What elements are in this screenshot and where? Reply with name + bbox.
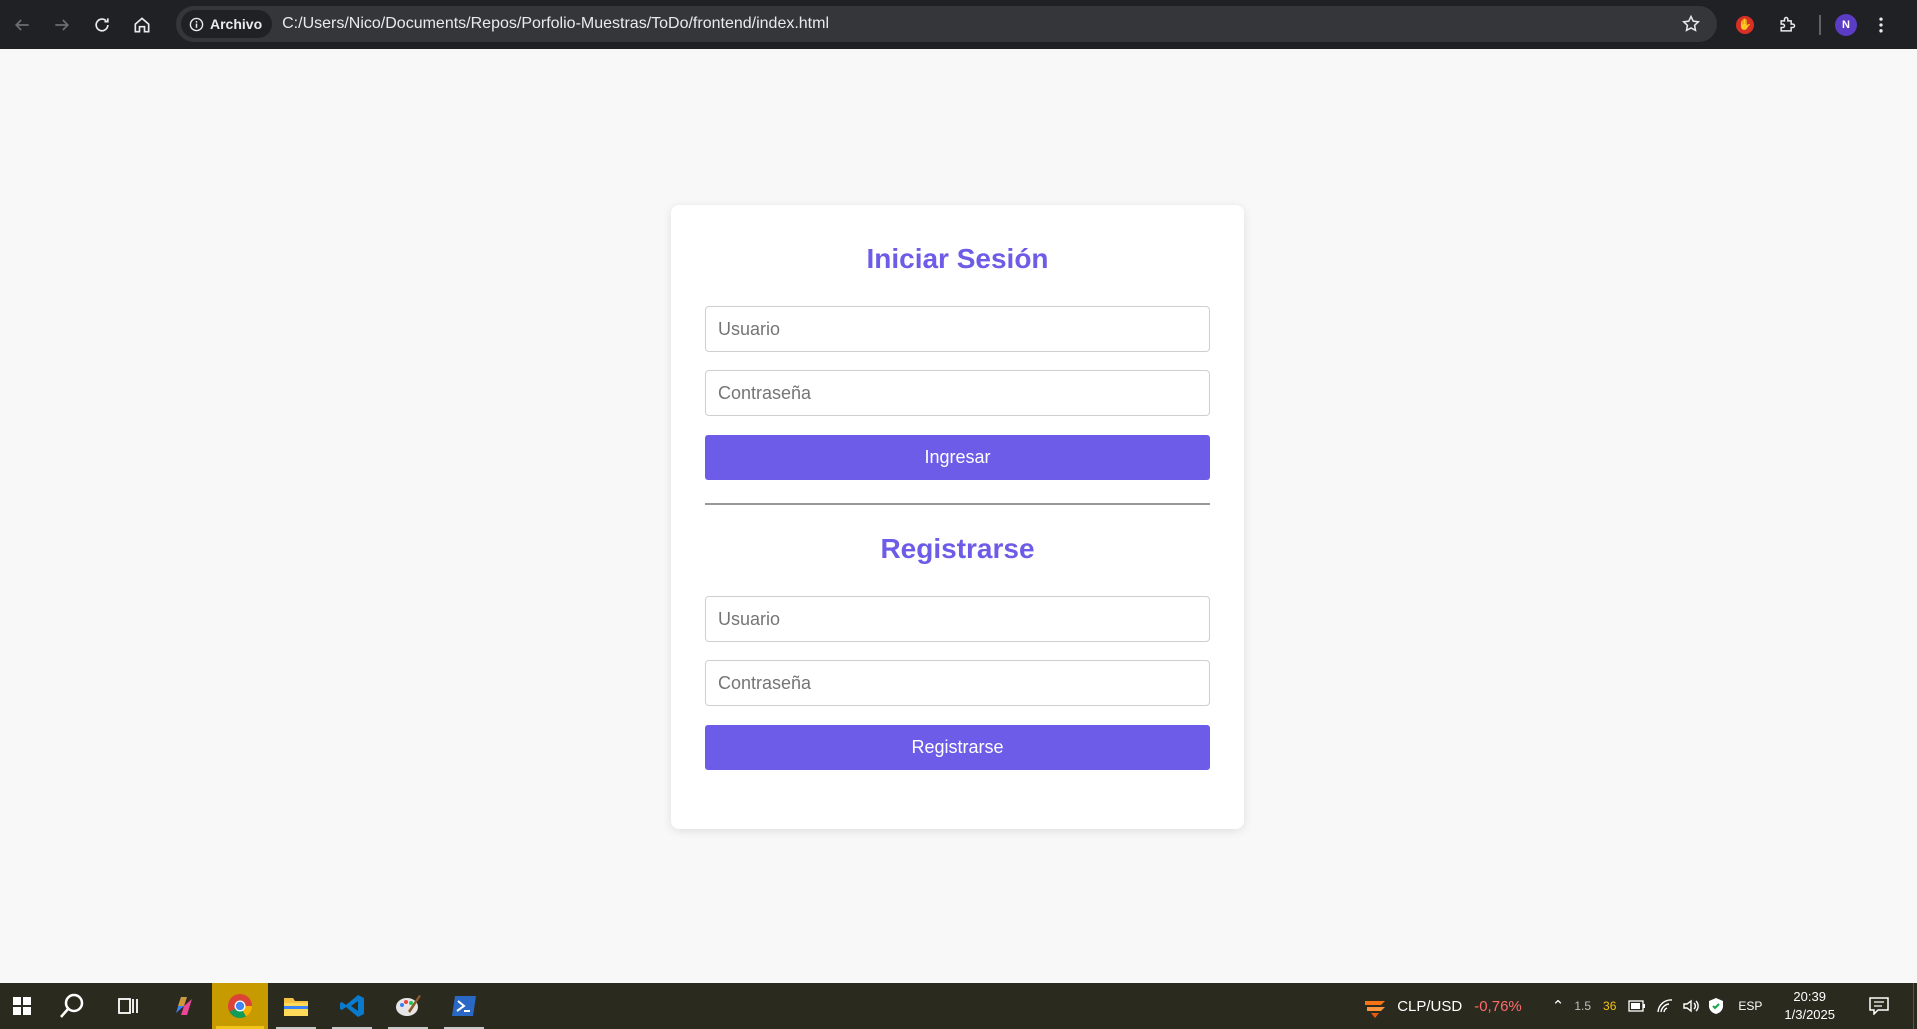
security-shield-icon[interactable] <box>1708 997 1724 1015</box>
kebab-menu-icon <box>1879 17 1883 32</box>
auth-card: Iniciar Sesión Ingresar Registrarse Regi… <box>671 205 1244 829</box>
section-divider <box>705 503 1210 505</box>
bookmark-star-icon[interactable] <box>1681 14 1701 34</box>
system-tray: CLP/USD -0,76% ⌃ 1.5 36 ESP 20:39 1/3/20… <box>1361 983 1917 1029</box>
clock[interactable]: 20:39 1/3/2025 <box>1784 988 1835 1024</box>
battery-icon[interactable] <box>1628 1000 1646 1012</box>
extensions-button[interactable] <box>1769 7 1805 43</box>
login-username-input[interactable] <box>705 306 1210 352</box>
search-icon <box>60 993 84 1018</box>
arrow-left-icon <box>14 18 29 31</box>
volume-icon[interactable] <box>1682 998 1700 1014</box>
register-button[interactable]: Registrarse <box>705 725 1210 770</box>
red-extension-icon: ✋ <box>1736 15 1754 34</box>
menu-button[interactable] <box>1863 7 1899 43</box>
clock-time: 20:39 <box>1793 989 1826 1004</box>
tray-value-1: 1.5 <box>1574 999 1592 1013</box>
chevron-up-icon[interactable]: ⌃ <box>1552 997 1565 1015</box>
login-password-input[interactable] <box>705 370 1210 416</box>
paint-button[interactable] <box>380 983 436 1029</box>
vscode-button[interactable] <box>324 983 380 1029</box>
currency-pair-label[interactable]: CLP/USD <box>1397 998 1462 1015</box>
search-button[interactable] <box>44 983 100 1029</box>
folder-icon <box>284 998 308 1016</box>
home-icon <box>134 16 150 32</box>
task-view-icon <box>118 998 138 1014</box>
address-bar[interactable]: Archivo C:/Users/Nico/Documents/Repos/Po… <box>176 6 1717 42</box>
login-button[interactable]: Ingresar <box>705 435 1210 480</box>
home-button[interactable] <box>122 5 162 45</box>
browser-toolbar: Archivo C:/Users/Nico/Documents/Repos/Po… <box>0 0 1917 49</box>
powershell-button[interactable] <box>436 983 492 1029</box>
register-title: Registrarse <box>880 533 1035 564</box>
powershell-icon <box>452 996 476 1016</box>
forward-button[interactable] <box>42 5 82 45</box>
show-desktop-button[interactable] <box>1913 983 1917 1029</box>
info-icon <box>189 17 204 31</box>
puzzle-icon <box>1780 16 1796 32</box>
tray-value-2: 36 <box>1603 999 1617 1013</box>
wifi-icon[interactable] <box>1656 998 1674 1014</box>
arrow-right-icon <box>55 18 70 31</box>
windows-logo-icon <box>13 997 31 1015</box>
back-button[interactable] <box>2 5 42 45</box>
paint-palette-icon <box>396 995 421 1016</box>
taskbar: CLP/USD -0,76% ⌃ 1.5 36 ESP 20:39 1/3/20… <box>0 983 1917 1029</box>
language-indicator[interactable]: ESP <box>1738 999 1762 1013</box>
copilot-button[interactable] <box>156 983 212 1029</box>
chrome-icon <box>228 994 252 1019</box>
toolbar-right: ✋ N <box>1727 0 1899 49</box>
vscode-icon <box>340 995 364 1017</box>
clock-date: 1/3/2025 <box>1784 1007 1835 1022</box>
register-username-input[interactable] <box>705 596 1210 642</box>
currency-widget-icon[interactable] <box>1361 993 1389 1019</box>
reload-icon <box>95 17 109 32</box>
site-info-chip[interactable]: Archivo <box>181 10 273 38</box>
notifications-icon[interactable] <box>1869 997 1889 1015</box>
extension-button[interactable]: ✋ <box>1727 7 1763 43</box>
start-button[interactable] <box>0 983 44 1029</box>
chrome-taskbar-button[interactable] <box>212 983 268 1029</box>
profile-avatar[interactable]: N <box>1835 13 1857 36</box>
currency-change-value: -0,76% <box>1474 997 1522 1015</box>
task-view-button[interactable] <box>100 983 156 1029</box>
site-chip-label: Archivo <box>210 16 263 32</box>
toolbar-divider <box>1819 14 1821 35</box>
file-explorer-button[interactable] <box>268 983 324 1029</box>
url-text[interactable]: C:/Users/Nico/Documents/Repos/Porfolio-M… <box>282 15 829 33</box>
login-title: Iniciar Sesión <box>866 243 1049 274</box>
reload-button[interactable] <box>82 5 122 45</box>
copilot-icon <box>176 997 192 1015</box>
register-password-input[interactable] <box>705 660 1210 706</box>
